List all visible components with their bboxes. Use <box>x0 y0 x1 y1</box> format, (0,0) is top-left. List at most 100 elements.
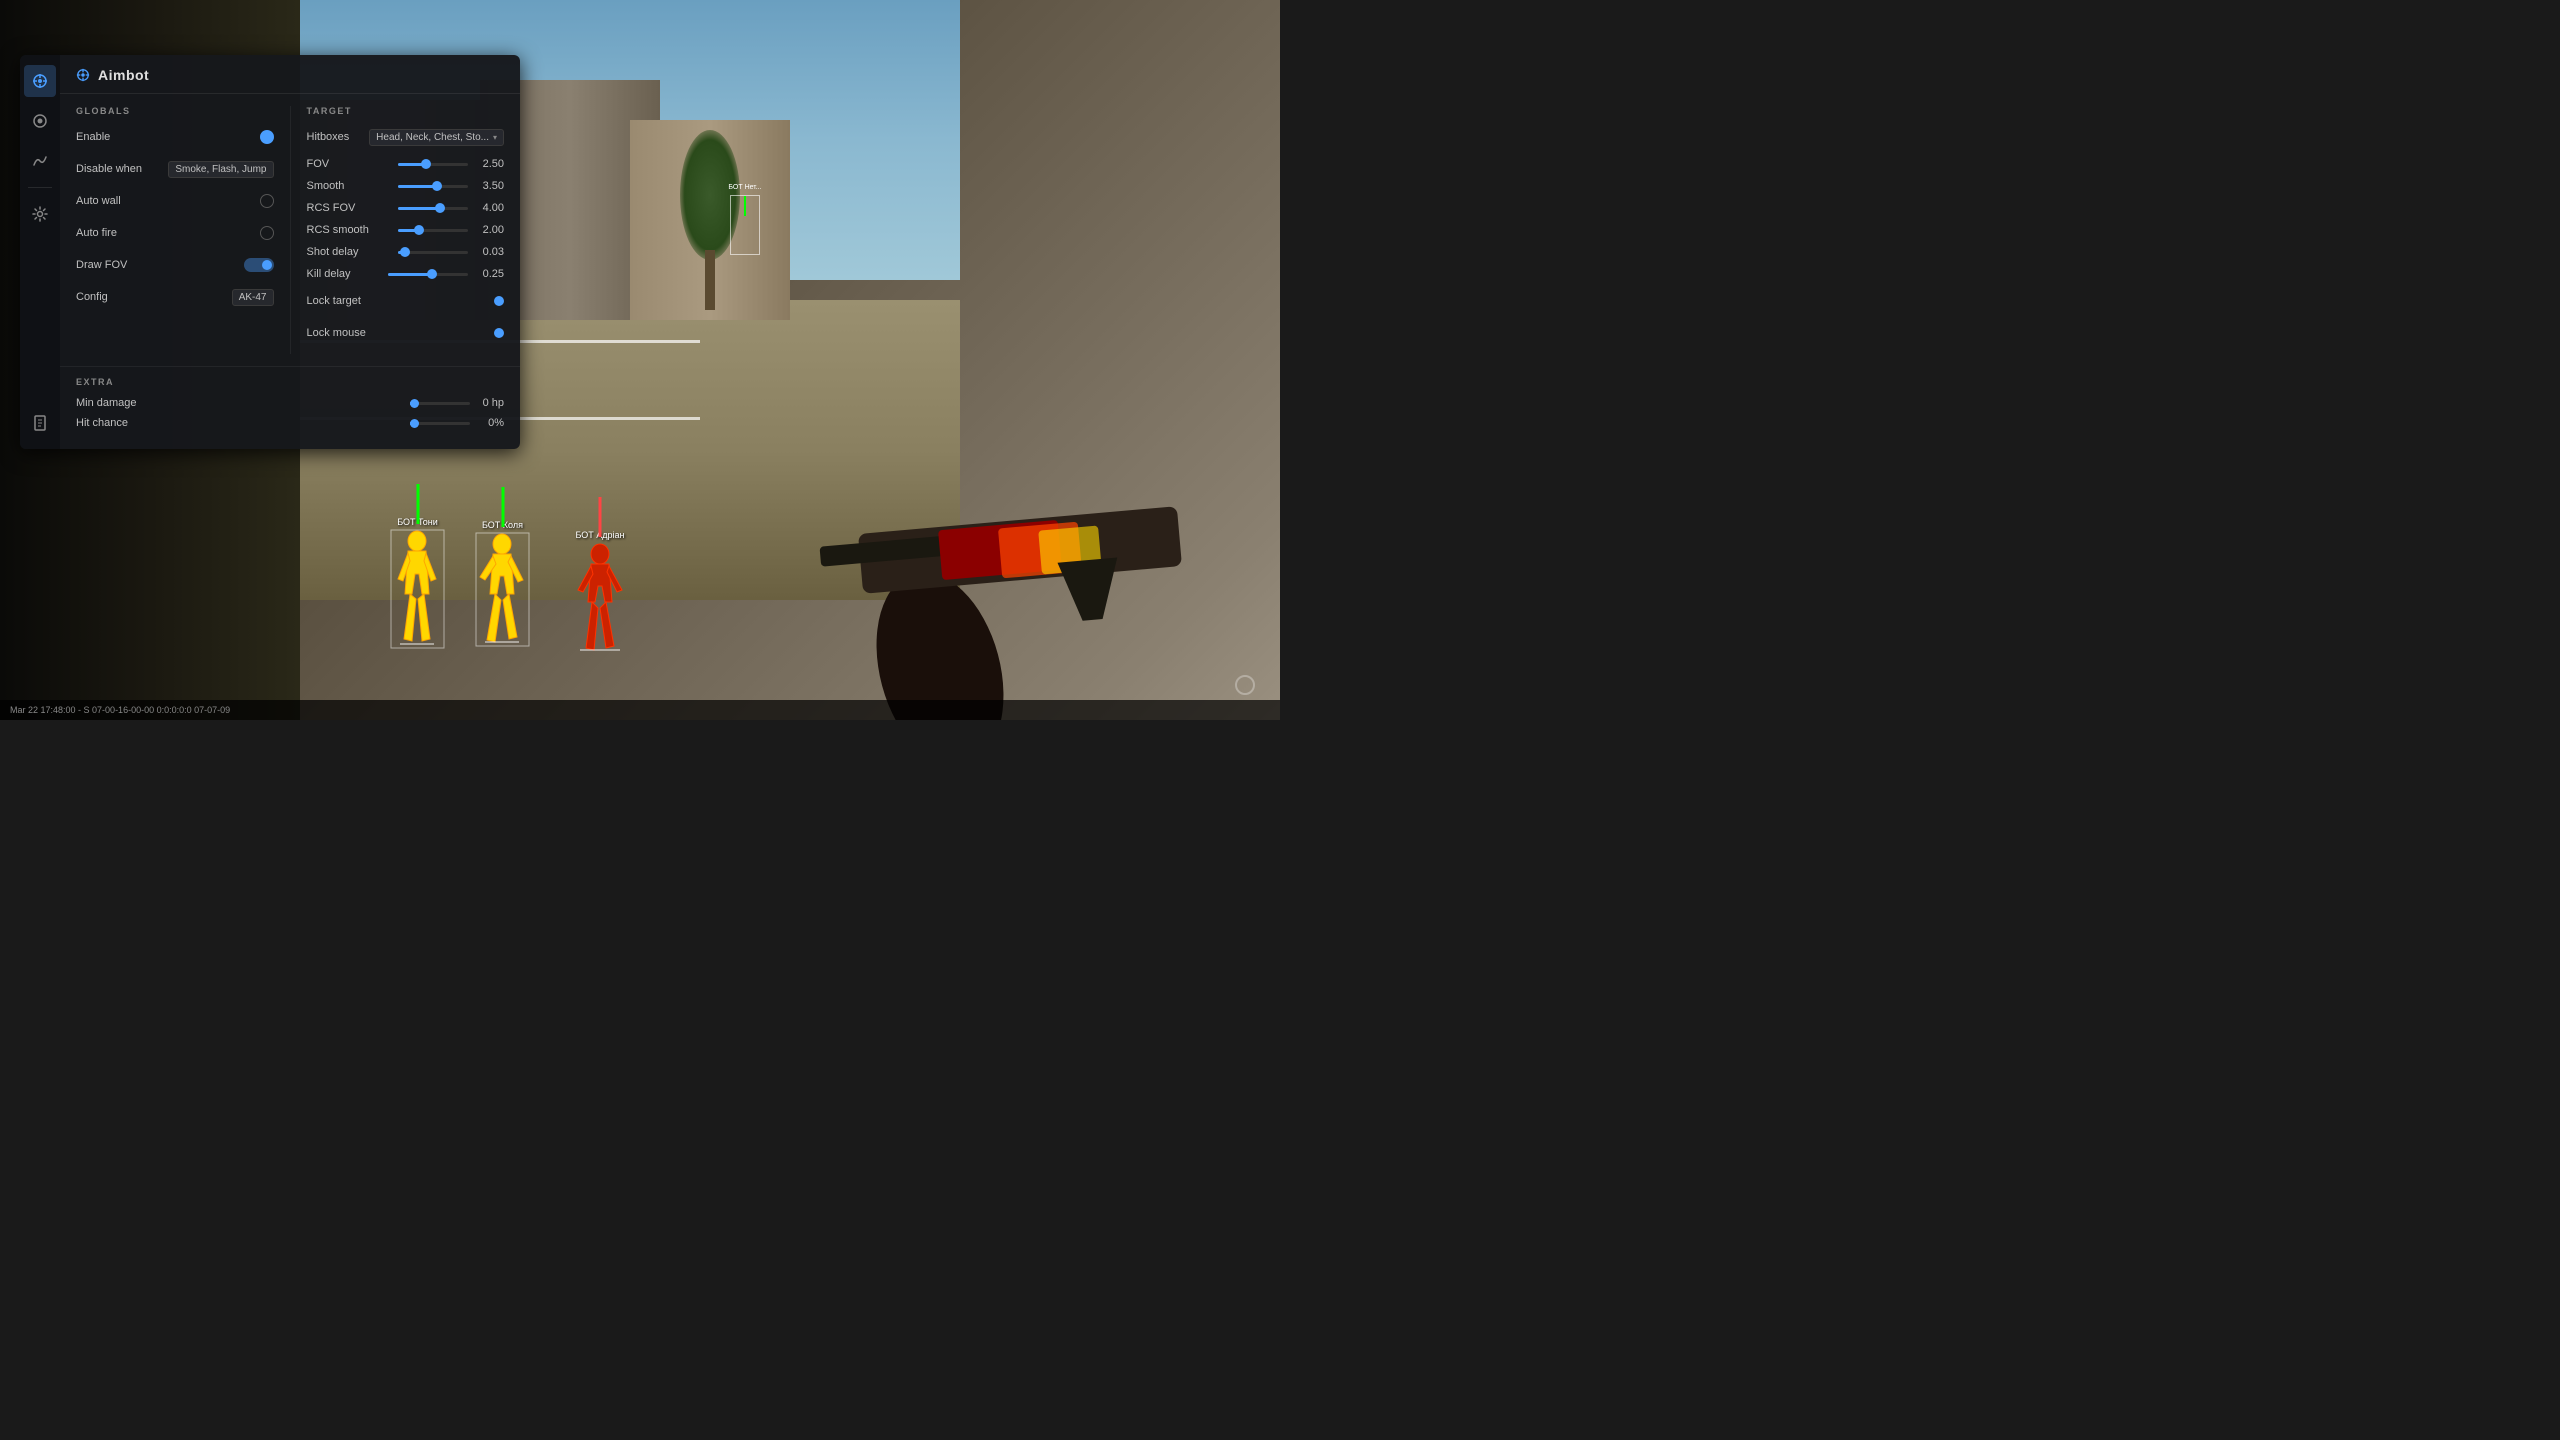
smooth-value: 3.50 <box>476 180 504 192</box>
columns-container: GLOBALS Enable Disable when Smoke, Flash… <box>60 94 520 366</box>
min-damage-slider-track[interactable] <box>410 402 470 405</box>
draw-fov-row: Draw FOV <box>76 254 274 276</box>
min-damage-slider-right: 0 hp <box>410 397 504 409</box>
min-damage-label: Min damage <box>76 397 137 409</box>
shot-delay-row: Shot delay 0.03 <box>307 246 505 258</box>
lock-mouse-row: Lock mouse <box>307 322 505 344</box>
shot-delay-slider-track[interactable] <box>398 251 468 254</box>
hit-chance-slider-right: 0% <box>410 417 504 429</box>
rcs-smooth-row: RCS smooth 2.00 <box>307 224 505 236</box>
corner-indicator <box>1235 675 1255 695</box>
nav-separator <box>28 187 52 188</box>
gear-icon <box>32 206 48 222</box>
kill-delay-slider-container: 0.25 <box>367 268 505 280</box>
nav-item-settings[interactable] <box>24 198 56 230</box>
min-damage-row: Min damage 0 hp <box>76 397 504 409</box>
bot-kolya-wrapper: БОТ Коля <box>475 520 530 650</box>
crosshair-icon <box>32 73 48 89</box>
weapon-svg <box>740 320 1280 720</box>
globals-header: GLOBALS <box>76 106 274 116</box>
kill-delay-slider-track[interactable] <box>388 273 468 276</box>
nav-item-scripts[interactable] <box>24 407 56 439</box>
smooth-slider-track[interactable] <box>398 185 468 188</box>
shot-delay-label: Shot delay <box>307 246 367 258</box>
config-dropdown[interactable]: AK-47 <box>232 289 274 306</box>
rcs-smooth-value: 2.00 <box>476 224 504 236</box>
draw-fov-toggle[interactable] <box>244 258 274 272</box>
min-damage-slider-thumb <box>410 399 419 408</box>
hitboxes-chevron: ▾ <box>493 133 497 142</box>
rcs-smooth-slider-thumb <box>414 225 424 235</box>
curve-icon <box>32 153 48 169</box>
nav-sidebar <box>20 55 60 449</box>
rcs-fov-row: RCS FOV 4.00 <box>307 202 505 214</box>
lock-target-toggle[interactable] <box>494 296 504 306</box>
kill-delay-slider-thumb <box>427 269 437 279</box>
extra-section: EXTRA Min damage 0 hp Hit chance <box>60 366 520 449</box>
weapon-area <box>740 300 1280 720</box>
hitboxes-dropdown[interactable]: Head, Neck, Chest, Sto... ▾ <box>369 129 504 146</box>
kill-delay-row: Kill delay 0.25 <box>307 268 505 280</box>
document-icon <box>32 415 48 431</box>
fov-value: 2.50 <box>476 158 504 170</box>
auto-wall-label: Auto wall <box>76 195 121 207</box>
target-column: TARGET Hitboxes Head, Neck, Chest, Sto..… <box>291 106 505 354</box>
shot-delay-value: 0.03 <box>476 246 504 258</box>
nav-item-aimbot[interactable] <box>24 65 56 97</box>
nav-item-visuals[interactable] <box>24 105 56 137</box>
panel-title: Aimbot <box>98 67 149 83</box>
smooth-row: Smooth 3.50 <box>307 180 505 192</box>
rcs-fov-value: 4.00 <box>476 202 504 214</box>
status-text: Mar 22 17:48:00 - S 07-00-16-00-00 0:0:0… <box>10 705 230 715</box>
status-bar: Mar 22 17:48:00 - S 07-00-16-00-00 0:0:0… <box>0 700 1280 720</box>
rcs-fov-slider-thumb <box>435 203 445 213</box>
enable-label: Enable <box>76 131 110 143</box>
min-damage-value: 0 hp <box>476 397 504 409</box>
bot-toni-figure <box>390 529 445 649</box>
bot-adrian-wrapper: БОТ Адрiан <box>570 530 630 655</box>
lock-mouse-toggle[interactable] <box>494 328 504 338</box>
auto-wall-row: Auto wall <box>76 190 274 212</box>
disable-when-dropdown[interactable]: Smoke, Flash, Jump <box>168 161 273 178</box>
disable-when-label: Disable when <box>76 163 142 175</box>
fov-slider-track[interactable] <box>398 163 468 166</box>
rcs-smooth-slider-track[interactable] <box>398 229 468 232</box>
hitboxes-label: Hitboxes <box>307 131 350 143</box>
lock-target-label: Lock target <box>307 295 361 307</box>
aimbot-panel: Aimbot GLOBALS Enable Disable when Smoke… <box>20 55 520 449</box>
auto-wall-toggle[interactable] <box>260 194 274 208</box>
panel-content: Aimbot GLOBALS Enable Disable when Smoke… <box>60 55 520 449</box>
fov-slider-container: 2.50 <box>367 158 505 170</box>
smooth-slider-thumb <box>432 181 442 191</box>
rcs-fov-label: RCS FOV <box>307 202 367 214</box>
lock-mouse-label: Lock mouse <box>307 327 366 339</box>
bot-toni-wrapper: БОТ Тони <box>390 517 445 652</box>
bot-adrian-figure <box>570 542 630 652</box>
disable-when-row: Disable when Smoke, Flash, Jump <box>76 158 274 180</box>
shot-delay-slider-thumb <box>400 247 410 257</box>
bot-kolya-figure <box>475 532 530 647</box>
rcs-smooth-label: RCS smooth <box>307 224 369 236</box>
smooth-slider-container: 3.50 <box>367 180 505 192</box>
panel-title-icon <box>76 68 90 82</box>
auto-fire-toggle[interactable] <box>260 226 274 240</box>
config-label: Config <box>76 291 108 303</box>
hit-chance-slider-thumb <box>410 419 419 428</box>
smooth-label: Smooth <box>307 180 367 192</box>
lock-target-row: Lock target <box>307 290 505 312</box>
rcs-fov-slider-track[interactable] <box>398 207 468 210</box>
nav-item-misc[interactable] <box>24 145 56 177</box>
enable-toggle[interactable] <box>260 130 274 144</box>
hit-chance-label: Hit chance <box>76 417 128 429</box>
rcs-fov-slider-container: 4.00 <box>367 202 505 214</box>
auto-fire-row: Auto fire <box>76 222 274 244</box>
hit-chance-slider-track[interactable] <box>410 422 470 425</box>
shot-delay-slider-container: 0.03 <box>367 246 505 258</box>
kill-delay-value: 0.25 <box>476 268 504 280</box>
eye-icon <box>32 113 48 129</box>
auto-fire-label: Auto fire <box>76 227 117 239</box>
rcs-smooth-slider-container: 2.00 <box>369 224 504 236</box>
panel-title-bar: Aimbot <box>60 55 520 94</box>
fov-label: FOV <box>307 158 367 170</box>
fov-slider-thumb <box>421 159 431 169</box>
